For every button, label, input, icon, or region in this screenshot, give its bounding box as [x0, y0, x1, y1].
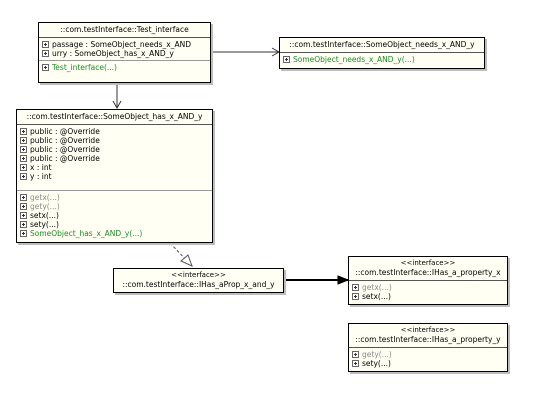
class-someobject-has-x-and-y[interactable]: ::com.testInterface::SomeObject_has_x_AN…: [16, 109, 213, 243]
generalization-arrowhead: [337, 275, 350, 285]
attribute-row[interactable]: y : int: [20, 172, 209, 181]
attribute-row[interactable]: public : @Override: [20, 127, 209, 136]
field-icon: [42, 41, 49, 48]
operation-row[interactable]: sety(...): [352, 359, 504, 368]
class-name: ::com.testInterface::Test_interface: [60, 25, 189, 34]
operation-row[interactable]: gety(...): [20, 202, 209, 211]
operation-list: SomeObject_needs_x_AND_y(...): [280, 53, 484, 66]
attribute-row[interactable]: x : int: [20, 163, 209, 172]
operation-row[interactable]: Test_interface(...): [42, 63, 207, 72]
class-test-interface[interactable]: ::com.testInterface::Test_interface pass…: [38, 22, 211, 83]
attribute-row[interactable]: public : @Override: [20, 154, 209, 163]
class-name: ::com.testInterface::IHas_a_property_x: [355, 268, 501, 277]
class-name: ::com.testInterface::IHas_aProp_x_and_y: [122, 280, 275, 289]
operation-list: getx(...) gety(...) setx(...) sety(...) …: [17, 191, 212, 240]
method-icon: [20, 212, 27, 219]
operation-row[interactable]: SomeObject_has_x_AND_y(...): [20, 229, 209, 238]
attribute-list: passage : SomeObject_needs_x_AND urry : …: [39, 38, 210, 61]
attribute-row[interactable]: public : @Override: [20, 145, 209, 154]
field-icon: [20, 146, 27, 153]
operation-row[interactable]: setx(...): [352, 292, 504, 301]
field-icon: [20, 128, 27, 135]
field-icon: [42, 50, 49, 57]
field-icon: [20, 155, 27, 162]
method-icon: [352, 360, 359, 367]
method-icon: [283, 56, 290, 63]
attribute-row[interactable]: passage : SomeObject_needs_x_AND: [42, 40, 207, 49]
operation-row[interactable]: getx(...): [352, 283, 504, 292]
class-name: ::com.testInterface::SomeObject_needs_x_…: [289, 40, 475, 49]
class-name: ::com.testInterface::SomeObject_has_x_AN…: [26, 112, 203, 121]
operation-row[interactable]: SomeObject_needs_x_AND_y(...): [283, 55, 481, 64]
operation-row[interactable]: getx(...): [20, 193, 209, 202]
field-icon: [20, 137, 27, 144]
realization-arrowhead: [180, 254, 193, 267]
attribute-row[interactable]: urry : SomeObject_has_x_AND_y: [42, 49, 207, 58]
attribute-list: public : @Override public : @Override pu…: [17, 125, 212, 191]
method-icon: [352, 351, 359, 358]
interface-ihas-aprop-x-and-y[interactable]: <<interface>> ::com.testInterface::IHas_…: [113, 268, 284, 293]
operation-row[interactable]: setx(...): [20, 211, 209, 220]
stereotype-label: <<interface>>: [171, 271, 226, 279]
method-icon: [352, 284, 359, 291]
class-name: ::com.testInterface::IHas_a_property_y: [355, 335, 501, 344]
method-icon: [20, 230, 27, 237]
method-icon: [352, 293, 359, 300]
operation-list: gety(...) sety(...): [349, 348, 507, 370]
field-icon: [20, 173, 27, 180]
field-icon: [20, 164, 27, 171]
attribute-row[interactable]: public : @Override: [20, 136, 209, 145]
operation-row[interactable]: gety(...): [352, 350, 504, 359]
method-icon: [42, 64, 49, 71]
interface-ihas-a-property-y[interactable]: <<interface>> ::com.testInterface::IHas_…: [348, 323, 508, 372]
stereotype-label: <<interface>>: [400, 326, 456, 334]
operation-list: Test_interface(...): [39, 61, 210, 74]
class-someobject-needs-x-and-y[interactable]: ::com.testInterface::SomeObject_needs_x_…: [279, 37, 485, 69]
operation-row[interactable]: sety(...): [20, 220, 209, 229]
operation-list: getx(...) setx(...): [349, 281, 507, 303]
method-icon: [20, 221, 27, 228]
interface-ihas-a-property-x[interactable]: <<interface>> ::com.testInterface::IHas_…: [348, 256, 508, 305]
method-icon: [20, 194, 27, 201]
method-icon: [20, 203, 27, 210]
stereotype-label: <<interface>>: [400, 259, 456, 267]
